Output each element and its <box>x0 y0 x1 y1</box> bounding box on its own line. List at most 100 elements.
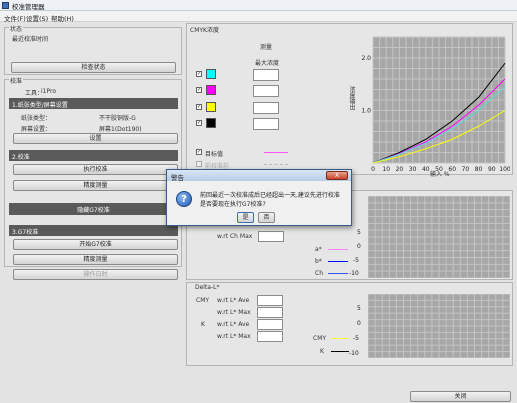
step2-header: 2.校准 <box>9 150 178 161</box>
cmy-lstar-max-field[interactable] <box>257 307 283 318</box>
delta-panel-label: Delta-L* <box>195 284 220 291</box>
target-checkbox[interactable]: ✓ <box>196 149 202 155</box>
no-button[interactable]: 否 <box>258 212 275 223</box>
delta-panel: Delta-L* CMY w.rt L* Ave w.rt L* Max K w… <box>186 282 513 366</box>
calibration-frame: 校准 工具： i1Pro 1.纸张类型/屏幕设置 纸张类型： 不干胶铜版-G 屏… <box>4 76 182 280</box>
legend-k-line <box>331 351 349 352</box>
x-tick-label: 10 <box>382 166 390 173</box>
dialog-title: 警告 <box>171 174 184 182</box>
cmyk-panel: CMYK浓度 测量 最大浓度 ✓ ✓ ✓ ✓ ✓ 目标值 前校准前 浓度输出 0… <box>186 23 513 178</box>
run-calibration-button[interactable]: 执行校准 <box>13 164 178 175</box>
legend-b-label: b* <box>315 258 322 265</box>
close-icon: X <box>334 172 340 179</box>
dialog-close-button[interactable]: X <box>326 171 348 180</box>
magenta-checkbox[interactable]: ✓ <box>196 87 202 93</box>
delta-y-tick-5: 5 <box>357 305 361 312</box>
x-tick-label: 0 <box>371 166 375 173</box>
dialog-message-line1: 前回最近一次校准成后已经超出一天,建议先进行校准 <box>200 192 340 199</box>
cmy-lstar-ave-label: w.rt L* Ave <box>217 297 250 304</box>
status-frame-label: 状态 <box>9 24 24 33</box>
screen-value: 屏幕1(Dot190) <box>99 126 142 133</box>
yellow-density-field[interactable] <box>253 102 279 114</box>
delta-l-chart <box>368 294 510 358</box>
gray-y-tick-neg10: -10 <box>349 270 359 277</box>
k-label: K <box>201 321 205 328</box>
legend-a-line <box>328 249 348 250</box>
cyan-swatch <box>206 69 216 79</box>
window-title: 校准管理器 <box>12 3 45 11</box>
paper-type-value: 不干胶铜版-G <box>99 115 136 122</box>
x-tick-label: 100 <box>499 166 510 173</box>
menu-help[interactable]: 帮助(H) <box>51 13 74 23</box>
dialog-title-bar: 警告 X <box>167 170 351 182</box>
legend-ch-label: Ch <box>315 270 323 277</box>
chart-ylabel: 浓度输出 <box>348 86 355 110</box>
delta-y-tick-neg5: -5 <box>353 335 359 342</box>
operation-date-button[interactable]: 操作日时 <box>13 269 178 280</box>
menu-settings[interactable]: 设置(S) <box>26 13 48 23</box>
black-swatch <box>206 118 216 128</box>
y-tick-label: 1.0 <box>361 108 371 115</box>
cmy-lstar-max-label: w.rt L* Max <box>217 309 251 316</box>
legend-a-label: a* <box>315 246 322 253</box>
previous-checkbox[interactable] <box>196 161 202 167</box>
legend-cmy-label: CMY <box>313 335 327 342</box>
previous-legend-line <box>264 164 288 165</box>
check-status-button[interactable]: 检查状态 <box>11 62 176 73</box>
k-lstar-max-field[interactable] <box>257 331 283 342</box>
cmyk-panel-label: CMYK浓度 <box>190 27 219 34</box>
ch-max-label: w.rt Ch Max <box>217 233 253 240</box>
cmy-lstar-ave-field[interactable] <box>257 295 283 306</box>
target-legend-label: 目标值 <box>205 151 224 158</box>
start-g7-button[interactable]: 开始G7校准 <box>13 239 178 250</box>
max-density-header: 最大浓度 <box>255 60 280 67</box>
x-tick-label: 40 <box>422 166 430 173</box>
accuracy-measure-button[interactable]: 精度测量 <box>13 180 178 191</box>
black-checkbox[interactable]: ✓ <box>196 120 202 126</box>
magenta-swatch <box>206 85 216 95</box>
ch-max-field[interactable] <box>258 231 284 242</box>
density-chart: 0 10 20 30 40 50 60 70 80 90 1001.02.0 <box>361 36 510 173</box>
yellow-checkbox[interactable]: ✓ <box>196 104 202 110</box>
cmy-label: CMY <box>196 297 210 304</box>
chart-xlabel: 输入 % <box>430 171 450 178</box>
y-tick-label: 2.0 <box>361 55 371 62</box>
k-lstar-ave-field[interactable] <box>257 319 283 330</box>
screen-label: 屏幕设置： <box>21 126 52 133</box>
measure-header: 测量 <box>260 44 273 51</box>
dialog-message-line2: 是否要现在执行G7校准? <box>200 201 266 208</box>
delta-y-tick-neg10: -10 <box>349 350 359 357</box>
legend-k-label: K <box>320 348 324 355</box>
step1-header: 1.纸张类型/屏幕设置 <box>9 98 178 109</box>
menu-file[interactable]: 文件(F) <box>4 13 26 23</box>
delta-y-tick-0: 0 <box>357 320 361 327</box>
yes-button[interactable]: 是 <box>237 212 254 223</box>
last-calibration-label: 最近校准时间 <box>12 36 49 43</box>
close-button[interactable]: 关闭 <box>410 391 511 402</box>
cyan-density-field[interactable] <box>253 69 279 81</box>
status-frame: 状态 最近校准时间 检查状态 <box>4 24 182 75</box>
paper-type-label: 纸张类型： <box>21 115 52 122</box>
black-density-field[interactable] <box>253 118 279 130</box>
gray-y-tick-neg5: -5 <box>353 257 359 264</box>
magenta-density-field[interactable] <box>253 85 279 97</box>
yellow-swatch <box>206 102 216 112</box>
x-tick-label: 30 <box>409 166 417 173</box>
gray-y-tick-0: 0 <box>357 243 361 250</box>
x-tick-label: 70 <box>462 166 470 173</box>
cyan-checkbox[interactable]: ✓ <box>196 71 202 77</box>
target-legend-line <box>264 152 288 153</box>
x-tick-label: 90 <box>488 166 496 173</box>
gray-y-tick-5: 5 <box>357 229 361 236</box>
settings-button[interactable]: 设置 <box>13 133 178 144</box>
app-icon <box>2 2 9 9</box>
gray-balance-chart <box>368 196 510 278</box>
calibration-frame-label: 校准 <box>9 76 24 85</box>
title-bar: 校准管理器 <box>0 0 517 11</box>
x-tick-label: 80 <box>475 166 483 173</box>
hide-g7-button[interactable]: 隐藏G7校准 <box>9 203 178 215</box>
tool-value: i1Pro <box>41 88 57 95</box>
legend-ch-line <box>328 273 348 274</box>
x-tick-label: 20 <box>396 166 404 173</box>
g7-accuracy-measure-button[interactable]: 精度测量 <box>13 254 178 265</box>
